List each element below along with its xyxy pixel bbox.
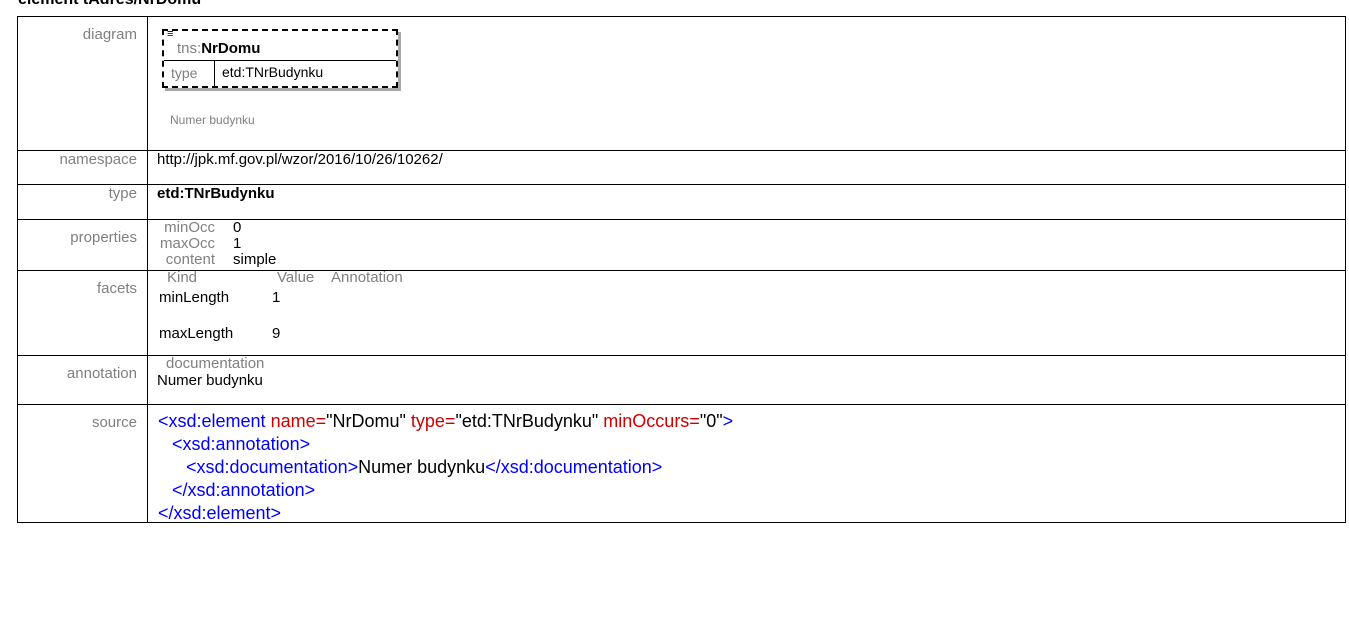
diagram-label: diagram xyxy=(17,16,148,151)
diagram-row: diagram ≡ tns:NrDomu type etd:TNrBudynku… xyxy=(17,16,1346,151)
annotation-text: Numer budynku xyxy=(157,372,263,389)
source-line: </xsd:element> xyxy=(158,503,281,524)
property-value: simple xyxy=(233,251,277,268)
type-row: type etd:TNrBudynku xyxy=(17,184,1346,220)
element-doc-table: diagram ≡ tns:NrDomu type etd:TNrBudynku… xyxy=(17,16,1346,523)
source-token: type= xyxy=(405,411,456,431)
facets-cell: Kind Value Annotation minLength 1 maxLen… xyxy=(147,269,1346,356)
source-token: <xsd:element xyxy=(158,411,266,431)
properties-row: properties minOcc 0 maxOcc 1 content sim… xyxy=(17,219,1346,271)
annotation-label: annotation xyxy=(17,355,148,405)
source-row: source <xsd:element name="NrDomu" type="… xyxy=(17,404,1346,524)
source-token: </xsd:element> xyxy=(158,503,282,523)
property-value: 1 xyxy=(233,235,242,252)
source-line: <xsd:annotation> xyxy=(172,434,310,455)
diagram-cell: ≡ tns:NrDomu type etd:TNrBudynku Numer b… xyxy=(147,16,1346,151)
property-key: content xyxy=(165,251,215,268)
properties-list: minOcc 0 maxOcc 1 content simple xyxy=(148,219,1345,270)
source-line: </xsd:annotation> xyxy=(172,480,315,501)
menu-icon: ≡ xyxy=(167,28,174,40)
properties-label: properties xyxy=(17,219,148,271)
property-value: 0 xyxy=(233,219,242,236)
facets-header-value: Value xyxy=(277,269,315,286)
facets-header-annotation: Annotation xyxy=(331,269,403,286)
type-row-value: etd:TNrBudynku xyxy=(147,184,1346,220)
type-label: type xyxy=(171,65,198,81)
source-cell: <xsd:element name="NrDomu" type="etd:TNr… xyxy=(147,404,1346,524)
source-token: <xsd:documentation> xyxy=(186,457,359,477)
source-token: "etd:TNrBudynku" xyxy=(455,411,599,431)
property-key: minOcc xyxy=(164,219,215,236)
source-token: Numer budynku xyxy=(358,457,486,477)
source-line: <xsd:element name="NrDomu" type="etd:TNr… xyxy=(158,411,733,432)
properties-cell: minOcc 0 maxOcc 1 content simple xyxy=(147,219,1346,271)
element-local-name: NrDomu xyxy=(201,40,261,57)
diagram: ≡ tns:NrDomu type etd:TNrBudynku Numer b… xyxy=(148,17,1345,150)
facet-value: 9 xyxy=(272,325,281,342)
annotation-block: documentation Numer budynku xyxy=(148,355,1345,404)
property-key: maxOcc xyxy=(159,235,215,252)
facet-value: 1 xyxy=(272,289,281,306)
divider xyxy=(214,60,215,86)
namespace-row: namespace http://jpk.mf.gov.pl/wzor/2016… xyxy=(17,150,1346,185)
type-value[interactable]: etd:TNrBudynku xyxy=(222,64,323,80)
source-line: <xsd:documentation>Numer budynku</xsd:do… xyxy=(186,457,662,478)
page-title: element tAdres/NrDomu xyxy=(18,0,201,9)
annotation-row: annotation documentation Numer budynku xyxy=(17,355,1346,405)
facets-header-kind: Kind xyxy=(167,269,198,286)
facets-table: Kind Value Annotation minLength 1 maxLen… xyxy=(148,269,1345,355)
element-name: tns:NrDomu xyxy=(177,40,260,57)
annotation-cell: documentation Numer budynku xyxy=(147,355,1346,405)
facet-kind: maxLength xyxy=(159,325,234,342)
source-token: <xsd:annotation> xyxy=(172,434,311,454)
facets-label: facets xyxy=(17,270,148,356)
element-box[interactable]: ≡ tns:NrDomu type etd:TNrBudynku xyxy=(162,29,398,88)
annotation-header: documentation xyxy=(166,355,265,372)
diagram-caption: Numer budynku xyxy=(170,113,255,127)
namespace-label: namespace xyxy=(17,150,148,185)
type-link[interactable]: etd:TNrBudynku xyxy=(157,185,275,202)
source-token: minOccurs= xyxy=(598,411,700,431)
facet-kind: minLength xyxy=(159,289,230,306)
source-token: </xsd:annotation> xyxy=(172,480,316,500)
namespace-value: http://jpk.mf.gov.pl/wzor/2016/10/26/102… xyxy=(147,150,1346,185)
source-token: name= xyxy=(265,411,327,431)
type-row-label: type xyxy=(17,184,148,220)
source-token: "NrDomu" xyxy=(326,411,406,431)
source-label: source xyxy=(17,404,148,523)
source-token: </xsd:documentation> xyxy=(485,457,663,477)
source-code: <xsd:element name="NrDomu" type="etd:TNr… xyxy=(148,405,1345,524)
source-token: "0" xyxy=(699,411,723,431)
divider xyxy=(164,60,396,61)
source-token: > xyxy=(722,411,734,431)
facets-row: facets Kind Value Annotation minLength 1… xyxy=(17,269,1346,356)
element-prefix: tns: xyxy=(177,40,202,57)
